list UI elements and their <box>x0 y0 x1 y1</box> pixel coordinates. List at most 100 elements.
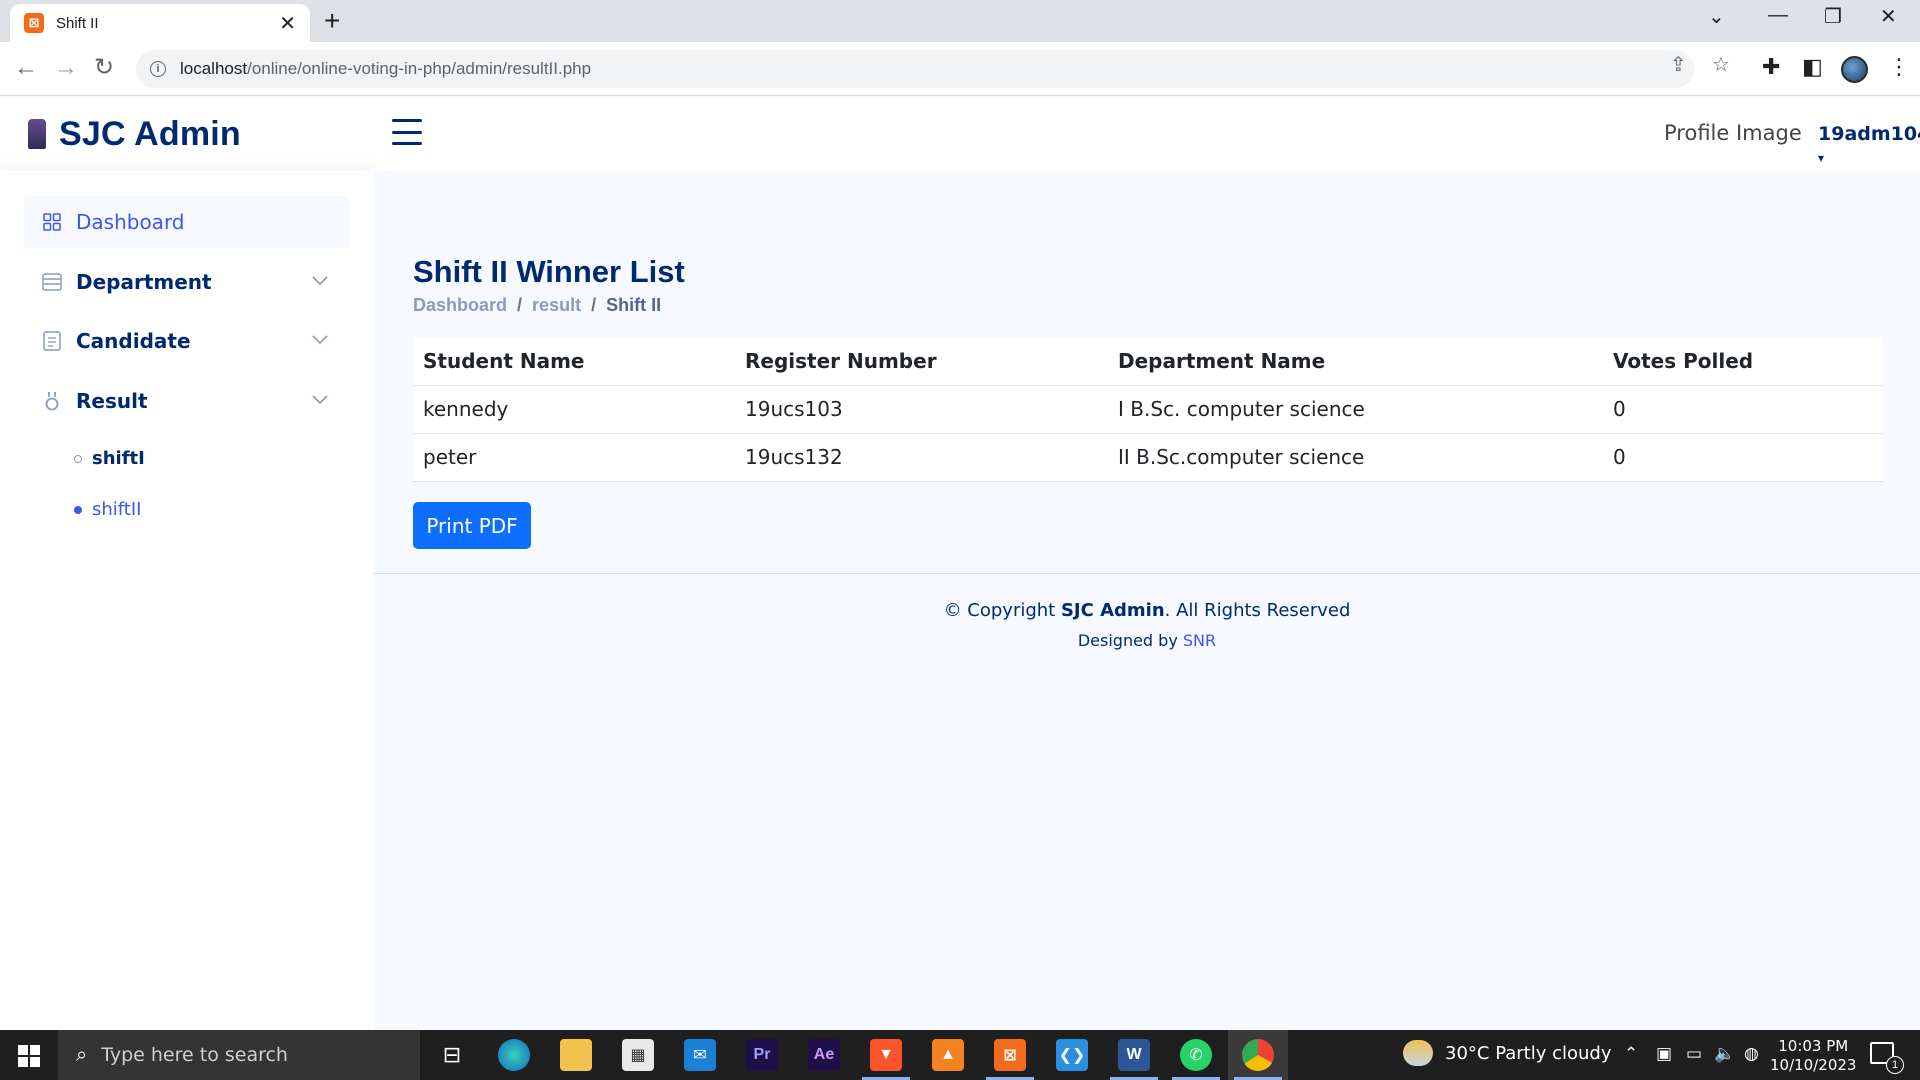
copyright-text: © Copyright SJC Admin. All Rights Reserv… <box>374 600 1920 621</box>
table-row: kennedy 19ucs103 I B.Sc. computer scienc… <box>413 385 1883 434</box>
after-effects-icon[interactable]: Ae <box>808 1039 840 1071</box>
edge-icon[interactable] <box>498 1039 530 1071</box>
vlc-icon[interactable]: ▲ <box>932 1039 964 1071</box>
minimize-icon[interactable]: — <box>1768 4 1788 27</box>
task-view-icon[interactable]: ⊟ <box>436 1039 468 1071</box>
caret-down-icon: ▾ <box>1818 151 1825 165</box>
side-panel-icon[interactable]: ◧ <box>1802 54 1823 80</box>
chevron-up-icon[interactable]: ⌃ <box>1624 1044 1638 1064</box>
profile-username: 19adm104 <box>1818 123 1920 145</box>
url-text: localhost/online/online-voting-in-php/ad… <box>180 59 591 79</box>
breadcrumb: Dashboard / result / Shift II <box>413 295 661 316</box>
sidebar-item-candidate[interactable]: Candidate <box>24 315 350 367</box>
chrome-menu-icon[interactable]: ⋮ <box>1888 54 1910 80</box>
tab-close-icon[interactable]: ✕ <box>279 11 296 36</box>
student-name-cell: peter <box>413 433 735 482</box>
designer-link[interactable]: SNR <box>1183 631 1216 650</box>
sidebar-item-label: Dashboard <box>76 210 185 234</box>
chevron-down-icon <box>312 335 328 345</box>
window-close-icon[interactable]: ✕ <box>1880 4 1897 29</box>
microsoft-store-icon[interactable]: ▦ <box>622 1039 654 1071</box>
register-number-cell: 19ucs132 <box>735 433 1108 482</box>
bookmark-star-icon[interactable]: ☆ <box>1712 52 1730 77</box>
premiere-pro-icon[interactable]: Pr <box>746 1039 778 1071</box>
weather-widget[interactable]: 30°C Partly cloudy <box>1403 1040 1612 1066</box>
taskbar-search-placeholder: Type here to search <box>101 1044 288 1066</box>
sidebar-subitem-shiftii[interactable]: shiftII <box>74 499 141 520</box>
chevron-down-icon <box>312 276 328 286</box>
print-pdf-button[interactable]: Print PDF <box>413 502 531 549</box>
site-info-icon[interactable]: i <box>150 61 166 77</box>
chrome-icon[interactable] <box>1234 1039 1282 1080</box>
taskbar-search-box[interactable]: ⌕ Type here to search <box>58 1030 420 1080</box>
restore-icon[interactable]: ❐ <box>1824 4 1842 29</box>
forward-arrow-icon[interactable]: → <box>54 54 78 82</box>
column-header: Votes Polled <box>1603 337 1883 386</box>
url-path: /online/online-voting-in-php/admin/resul… <box>247 59 592 78</box>
department-name-cell: II B.Sc.computer science <box>1108 433 1603 482</box>
vscode-icon[interactable]: ❮❯ <box>1056 1039 1088 1071</box>
word-icon[interactable]: W <box>1110 1039 1158 1080</box>
column-header: Department Name <box>1108 337 1603 386</box>
file-explorer-icon[interactable] <box>560 1039 592 1071</box>
mail-icon[interactable]: ✉ <box>684 1039 716 1071</box>
new-tab-button[interactable]: + <box>324 6 340 36</box>
breadcrumb-separator: / <box>517 295 523 315</box>
sidebar-item-label: Candidate <box>76 329 191 353</box>
circle-filled-icon <box>74 505 82 514</box>
sidebar-item-label: Result <box>76 389 148 413</box>
back-arrow-icon[interactable]: ← <box>14 54 38 82</box>
network-globe-icon[interactable]: ◍ <box>1744 1044 1759 1064</box>
brand-title[interactable]: SJC Admin <box>59 115 241 154</box>
brave-icon[interactable]: ▼ <box>862 1039 910 1080</box>
volume-icon[interactable]: 🔈 <box>1714 1044 1735 1064</box>
profile-dropdown[interactable]: 19adm104 ▾ <box>1818 123 1920 167</box>
designed-by-label: Designed by <box>1077 631 1183 650</box>
chrome-profile-avatar[interactable] <box>1841 56 1868 83</box>
sidebar-item-label: Department <box>76 270 212 294</box>
designed-by-text: Designed by SNR <box>374 631 1920 650</box>
url-host: localhost <box>180 59 248 78</box>
tab-search-chevron-icon[interactable]: ⌄ <box>1708 4 1725 29</box>
breadcrumb-separator: / <box>591 295 597 315</box>
sidebar-toggle-icon[interactable] <box>392 119 422 145</box>
sidebar-item-result[interactable]: Result <box>24 375 350 427</box>
votes-polled-cell: 0 <box>1603 433 1883 482</box>
share-icon[interactable]: ⇪ <box>1670 52 1687 77</box>
app-header: SJC Admin Profile Image 19adm104 ▾ <box>0 97 1920 171</box>
circle-icon <box>74 454 82 463</box>
xampp-icon[interactable]: ⊠ <box>986 1039 1034 1080</box>
system-clock[interactable]: 10:03 PM 10/10/2023 <box>1770 1037 1856 1075</box>
grid-icon <box>42 212 62 232</box>
xampp-favicon-icon: ⊠ <box>24 13 44 33</box>
whatsapp-icon[interactable]: ✆ <box>1172 1039 1220 1080</box>
search-icon: ⌕ <box>76 1043 88 1066</box>
breadcrumb-dashboard[interactable]: Dashboard <box>413 295 507 315</box>
browser-toolbar: ← → ↻ i localhost/online/online-voting-i… <box>0 42 1920 96</box>
tab-title: Shift II <box>56 14 99 32</box>
footer: © Copyright SJC Admin. All Rights Reserv… <box>374 573 1920 650</box>
sidebar-subitem-shifti[interactable]: shiftI <box>74 448 145 469</box>
weather-text: 30°C Partly cloudy <box>1445 1042 1612 1064</box>
extensions-puzzle-icon[interactable]: ✚ <box>1762 54 1780 80</box>
meet-now-icon[interactable]: ▣ <box>1656 1044 1672 1064</box>
battery-icon[interactable]: ▭ <box>1686 1044 1702 1064</box>
votes-polled-cell: 0 <box>1603 385 1883 434</box>
copyright-prefix: © Copyright <box>943 600 1061 621</box>
file-text-icon <box>42 331 62 351</box>
browser-tab[interactable]: ⊠ Shift II ✕ <box>10 4 310 42</box>
windows-start-icon[interactable] <box>18 1045 40 1067</box>
register-number-cell: 19ucs103 <box>735 385 1108 434</box>
sidebar-item-dashboard[interactable]: Dashboard <box>24 196 350 248</box>
sidebar-item-department[interactable]: Department <box>24 256 350 308</box>
winner-table: Student Name Register Number Department … <box>413 337 1883 482</box>
copyright-brand: SJC Admin <box>1060 600 1165 621</box>
copyright-suffix: . All Rights Reserved <box>1164 600 1351 621</box>
main-content: Shift II Winner List Dashboard / result / Sh… <box>374 171 1920 1030</box>
reload-icon[interactable]: ↻ <box>94 54 114 82</box>
student-name-cell: kennedy <box>413 385 735 434</box>
address-bar[interactable]: i localhost/online/online-voting-in-php/… <box>136 50 1694 88</box>
clock-date: 10/10/2023 <box>1770 1056 1857 1074</box>
profile-image[interactable]: Profile Image <box>1664 121 1802 145</box>
breadcrumb-result[interactable]: result <box>532 295 581 315</box>
